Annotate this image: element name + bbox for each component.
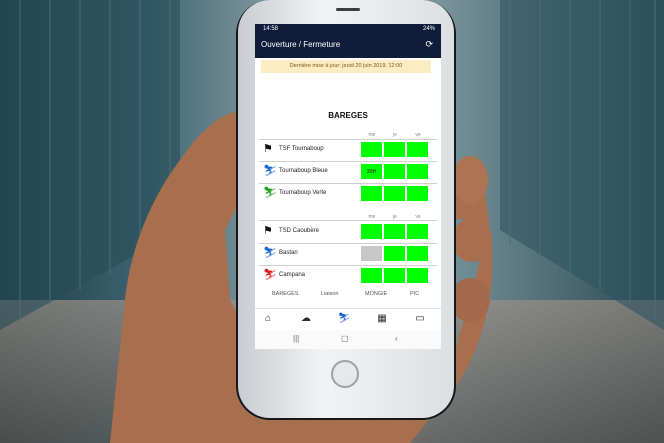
status-cell — [384, 186, 405, 201]
skier-icon: ⛷ — [263, 269, 277, 281]
back-icon[interactable]: ‹ — [395, 334, 398, 343]
day-header: ve — [415, 132, 421, 138]
last-update-notice: Dernière mise à jour: jeudi 20 juin 2019… — [261, 60, 431, 73]
skier-icon: ⛷ — [263, 187, 277, 199]
tab-mongie[interactable]: MONGIE — [365, 291, 387, 297]
status-cell — [407, 246, 428, 261]
status-cell — [361, 186, 382, 201]
page-title: Ouverture / Fermeture — [261, 40, 341, 49]
lift-row: ⛷ Tournaboup Bleue 20H — [259, 162, 437, 183]
home-nav-icon[interactable]: ▢ — [341, 334, 349, 343]
status-cell: 20H — [361, 164, 382, 179]
status-time: 14:58 — [263, 26, 279, 32]
area-tabs: BAREGES Liaison MONGIE PIC — [255, 291, 441, 303]
calendar-icon[interactable]: ▦ — [374, 313, 390, 325]
status-cell — [361, 268, 382, 283]
day-header: me — [368, 132, 376, 138]
chairlift-icon: ⚑ — [263, 225, 273, 237]
status-cell — [384, 142, 405, 157]
status-cell — [361, 246, 382, 261]
recents-icon[interactable]: ||| — [293, 334, 299, 343]
lift-row: ⛷ Campana — [259, 266, 437, 287]
home-icon[interactable]: ⌂ — [260, 313, 276, 325]
status-battery: 24% — [422, 26, 435, 32]
status-cell — [407, 268, 428, 283]
status-cell — [384, 268, 405, 283]
refresh-icon[interactable]: ⟳ — [425, 39, 433, 50]
lift-name: Bastan — [279, 250, 298, 256]
status-cell — [384, 246, 405, 261]
phone-screen: 14:58 24% Ouverture / Fermeture ⟳ Derniè… — [255, 24, 441, 349]
status-cell — [361, 142, 382, 157]
lift-name: TSF Tournaboup — [279, 146, 324, 152]
lift-name: Tournaboup Bleue — [279, 168, 328, 174]
day-header: je — [393, 214, 397, 220]
status-cell — [407, 142, 428, 157]
tab-bareges[interactable]: BAREGES — [272, 291, 299, 297]
lift-name: Tournaboup Verte — [279, 190, 327, 196]
skier-icon[interactable]: ⛷ — [336, 313, 352, 325]
bottom-navigation: ⌂ ☁ ⛷ ▦ ▭ — [255, 308, 441, 329]
home-button[interactable] — [331, 360, 359, 388]
day-header-row: me je ve — [255, 214, 441, 222]
weather-icon[interactable]: ☁ — [298, 313, 314, 325]
status-cell — [361, 224, 382, 239]
chairlift-icon: ⚑ — [263, 143, 273, 155]
section-title: BAREGES — [328, 111, 368, 120]
earpiece — [336, 8, 360, 11]
status-cell — [407, 164, 428, 179]
bus-icon[interactable]: ▭ — [412, 313, 428, 325]
status-cell — [384, 224, 405, 239]
status-cell — [407, 224, 428, 239]
status-cell — [407, 186, 428, 201]
lift-row: ⚑ TSF Tournaboup — [259, 140, 437, 161]
tab-pic[interactable]: PIC — [410, 291, 419, 297]
day-header: je — [393, 132, 397, 138]
app-bar: Ouverture / Fermeture ⟳ — [255, 34, 441, 58]
lift-name: Campana — [279, 272, 306, 278]
lift-row: ⛷ Bastan — [259, 244, 437, 265]
lift-name: TSD Caoubère — [279, 228, 320, 234]
day-header: me — [368, 214, 376, 220]
tab-liaison[interactable]: Liaison — [321, 291, 338, 297]
day-header: ve — [415, 214, 421, 220]
status-cell — [384, 164, 405, 179]
skier-icon: ⛷ — [263, 165, 277, 177]
skier-icon: ⛷ — [263, 247, 277, 259]
status-bar: 14:58 24% — [255, 24, 441, 34]
system-nav-bar: ||| ▢ ‹ — [255, 330, 441, 349]
lift-row: ⛷ Tournaboup Verte — [259, 184, 437, 205]
lift-row: ⚑ TSD Caoubère — [259, 222, 437, 243]
